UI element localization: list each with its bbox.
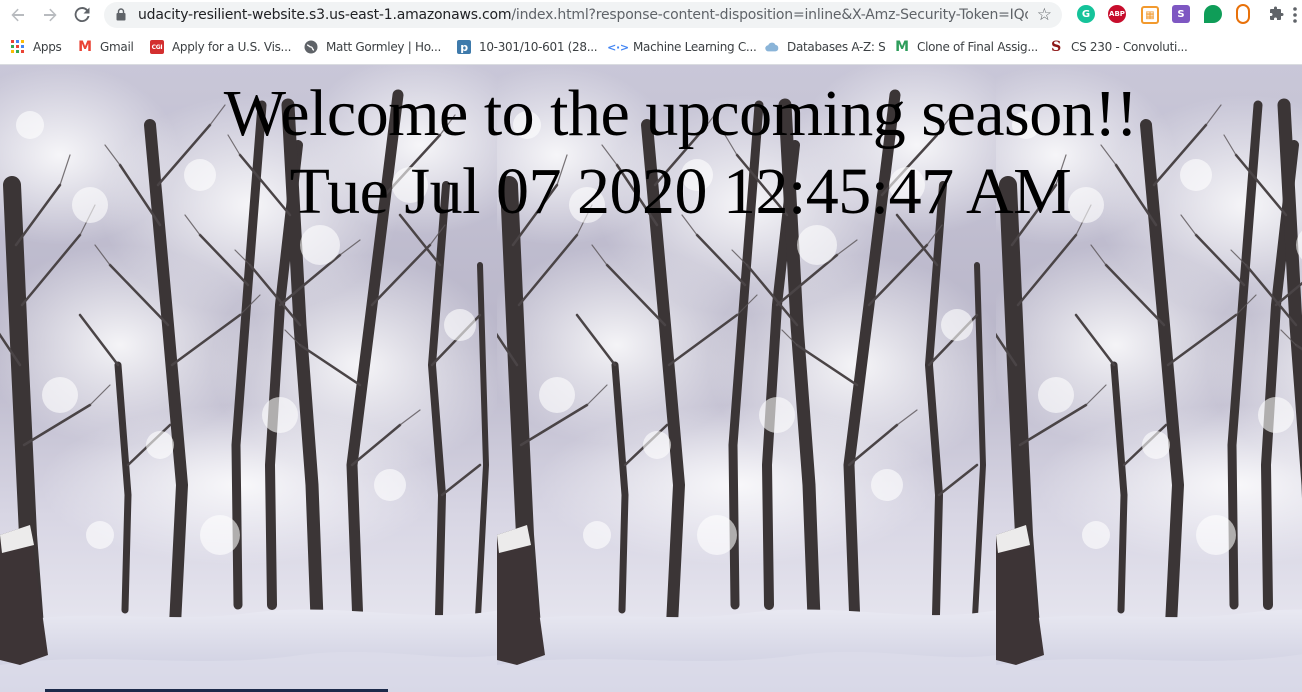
bookmark-label: Clone of Final Assig... <box>917 40 1038 54</box>
bookmark-clone-final[interactable]: M Clone of Final Assig... <box>895 38 1038 56</box>
back-button[interactable] <box>6 3 30 27</box>
welcome-heading: Welcome to the upcoming season!! <box>223 77 1138 150</box>
green-leaf-extension-icon[interactable] <box>1204 5 1222 23</box>
bookmark-label: Databases A-Z: S <box>787 40 886 54</box>
apps-grid-icon <box>11 40 25 54</box>
bookmark-matt-gormley[interactable]: Matt Gormley | Ho... <box>304 38 441 56</box>
url-host: udacity-resilient-website.s3.us-east-1.a… <box>138 7 512 23</box>
current-datetime: Tue Jul 07 2020 12:45:47 AM <box>289 155 1072 228</box>
capsule-extension-icon[interactable] <box>1236 4 1250 24</box>
address-bar[interactable]: udacity-resilient-website.s3.us-east-1.a… <box>104 2 1062 28</box>
url-text: udacity-resilient-website.s3.us-east-1.a… <box>138 7 1028 23</box>
bookmark-label: Apps <box>33 40 62 54</box>
grammarly-extension-icon[interactable]: G <box>1077 5 1095 23</box>
bookmark-star-icon[interactable]: ☆ <box>1037 5 1052 25</box>
s-extension-icon[interactable]: S <box>1172 5 1190 23</box>
bookmarks-bar: Apps M Gmail CGI Apply for a U.S. Vis...… <box>0 30 1302 65</box>
cgi-icon: CGI <box>150 40 164 54</box>
cloud-icon <box>765 40 779 54</box>
bookmark-label: CS 230 - Convoluti... <box>1071 40 1188 54</box>
extensions-puzzle-icon[interactable] <box>1268 5 1286 23</box>
gmail-icon: M <box>78 39 92 55</box>
globe-icon <box>304 40 318 54</box>
bookmark-apps[interactable]: Apps <box>11 38 62 56</box>
bookmark-databases[interactable]: Databases A-Z: S <box>765 38 886 56</box>
bookmark-label: Matt Gormley | Ho... <box>326 40 442 54</box>
kebab-menu-icon[interactable] <box>1290 3 1300 27</box>
page-viewport: Welcome to the upcoming season!! Tue Jul… <box>0 65 1302 692</box>
browser-toolbar: udacity-resilient-website.s3.us-east-1.a… <box>0 0 1302 30</box>
bookmark-visa[interactable]: CGI Apply for a U.S. Vis... <box>150 38 291 56</box>
bookmark-machine-learning[interactable]: <·> Machine Learning C... <box>607 38 757 56</box>
forward-button[interactable] <box>38 3 62 27</box>
orange-extension-icon[interactable]: ▦ <box>1141 6 1159 24</box>
arrow-right-icon <box>44 8 57 22</box>
piazza-icon: p <box>457 40 471 54</box>
url-path: /index.html?response-content-disposition… <box>511 7 1028 23</box>
lock-icon <box>116 8 126 21</box>
bookmark-gmail[interactable]: M Gmail <box>78 38 134 56</box>
stanford-icon: S <box>1051 39 1061 55</box>
arrow-left-icon <box>11 8 24 22</box>
bookmark-label: Machine Learning C... <box>633 40 757 54</box>
reload-button[interactable] <box>70 3 94 27</box>
adblock-plus-extension-icon[interactable]: ABP <box>1108 5 1126 23</box>
reload-icon <box>74 7 90 23</box>
bookmark-cs230[interactable]: S CS 230 - Convoluti... <box>1049 38 1188 56</box>
m-icon: M <box>895 39 909 55</box>
bookmark-label: Gmail <box>100 40 134 54</box>
bookmark-10-301[interactable]: p 10-301/10-601 (28... <box>457 38 598 56</box>
bookmark-label: 10-301/10-601 (28... <box>479 40 598 54</box>
bookmark-label: Apply for a U.S. Vis... <box>172 40 292 54</box>
code-icon: <·> <box>607 40 629 54</box>
